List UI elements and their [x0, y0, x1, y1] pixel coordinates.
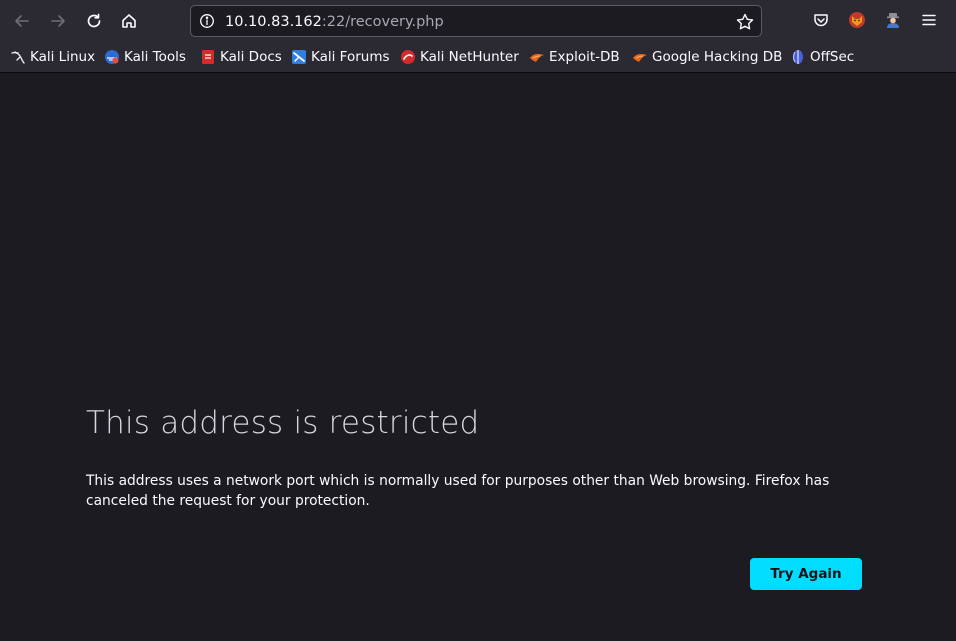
url-bar[interactable]: 10.10.83.162:22/recovery.php	[190, 5, 762, 37]
kali-docs-icon	[202, 50, 214, 64]
navigation-toolbar: 10.10.83.162:22/recovery.php	[0, 0, 956, 41]
bookmark-kali-linux[interactable]: Kali Linux	[10, 47, 95, 67]
bookmark-label: Exploit-DB	[549, 49, 620, 65]
error-title: This address is restricted	[86, 405, 480, 441]
site-info-icon[interactable]	[199, 13, 215, 29]
bookmark-kali-nethunter[interactable]: Kali NetHunter	[400, 47, 519, 67]
spy-agent-icon	[887, 13, 899, 28]
pocket-icon	[814, 14, 828, 27]
back-button[interactable]	[7, 6, 37, 36]
bookmark-kali-tools[interactable]: Kali Tools	[104, 47, 186, 67]
bookmark-label: Kali NetHunter	[420, 49, 519, 65]
bookmark-label: OffSec	[810, 49, 855, 65]
bookmarks-toolbar: Kali Linux Kali Tools Kali Docs Kali For…	[0, 41, 956, 73]
bookmark-exploit-db[interactable]: Exploit-DB	[529, 47, 620, 67]
bookmark-offsec[interactable]: OffSec	[790, 47, 854, 67]
menu-button[interactable]	[919, 10, 939, 30]
url-path: :22/recovery.php	[321, 14, 444, 30]
bookmark-label: Kali Docs	[220, 49, 282, 65]
pocket-button[interactable]	[811, 10, 831, 30]
kali-dragon-icon	[11, 51, 25, 64]
home-button[interactable]	[114, 6, 144, 36]
exploit-db-icon	[530, 54, 544, 62]
url-host: 10.10.83.162	[225, 14, 322, 30]
bookmark-label: Kali Linux	[30, 49, 96, 65]
forward-arrow-icon	[51, 15, 65, 27]
reload-button[interactable]	[79, 6, 109, 36]
bookmark-star-icon[interactable]	[735, 12, 755, 32]
try-again-button[interactable]: Try Again	[750, 558, 862, 590]
error-description: This address uses a network port which i…	[86, 473, 830, 509]
bookmark-google-hacking-db[interactable]: Google Hacking DB	[632, 47, 782, 67]
kali-forums-icon	[292, 50, 306, 64]
home-icon	[122, 14, 136, 28]
hamburger-menu-icon	[922, 14, 936, 26]
bookmark-kali-docs[interactable]: Kali Docs	[200, 47, 282, 67]
bookmark-label: Google Hacking DB	[652, 49, 783, 65]
forward-button[interactable]	[43, 6, 73, 36]
bookmark-label: Kali Forums	[311, 49, 390, 65]
back-arrow-icon	[15, 15, 29, 27]
bookmark-label: Kali Tools	[124, 49, 186, 65]
ghdb-icon	[633, 54, 647, 62]
profile-extension-button[interactable]	[883, 10, 903, 30]
bookmark-kali-forums[interactable]: Kali Forums	[291, 47, 390, 67]
kali-nethunter-icon	[401, 50, 415, 64]
reload-icon	[87, 13, 101, 28]
offsec-icon	[793, 50, 803, 64]
url-text[interactable]: 10.10.83.162:22/recovery.php	[225, 12, 444, 32]
extension-fox-icon	[849, 12, 865, 28]
extension-button[interactable]	[847, 10, 867, 30]
kali-tools-icon	[105, 50, 119, 64]
